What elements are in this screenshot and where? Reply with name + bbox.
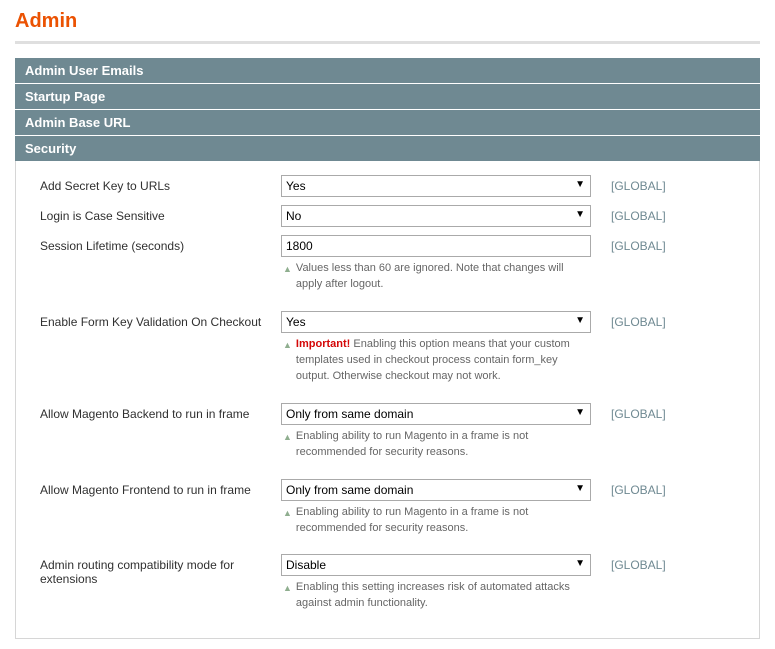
section-startup-page[interactable]: Startup Page [15, 84, 760, 110]
scope-routing-compat: [GLOBAL] [591, 554, 721, 572]
select-routing-compat[interactable]: Disable [281, 554, 591, 576]
section-admin-base-url[interactable]: Admin Base URL [15, 110, 760, 136]
label-routing-compat: Admin routing compatibility mode for ext… [26, 554, 281, 586]
field-routing-compat: Admin routing compatibility mode for ext… [26, 554, 749, 612]
hint-form-key: ▲ Important! Enabling this option means … [281, 337, 591, 385]
label-session-lifetime: Session Lifetime (seconds) [26, 235, 281, 253]
field-form-key: Enable Form Key Validation On Checkout Y… [26, 311, 749, 385]
security-panel: Add Secret Key to URLs Yes [GLOBAL] Logi… [15, 161, 760, 639]
hint-session-lifetime: ▲ Values less than 60 are ignored. Note … [281, 261, 591, 293]
hint-arrow-icon: ▲ [283, 507, 292, 520]
label-frontend-frame: Allow Magento Frontend to run in frame [26, 479, 281, 497]
field-session-lifetime: Session Lifetime (seconds) ▲ Values less… [26, 235, 749, 293]
scope-case-sensitive: [GLOBAL] [591, 205, 721, 223]
field-frontend-frame: Allow Magento Frontend to run in frame O… [26, 479, 749, 537]
label-case-sensitive: Login is Case Sensitive [26, 205, 281, 223]
section-admin-user-emails[interactable]: Admin User Emails [15, 58, 760, 84]
label-backend-frame: Allow Magento Backend to run in frame [26, 403, 281, 421]
label-form-key: Enable Form Key Validation On Checkout [26, 311, 281, 329]
hint-frontend-frame: ▲ Enabling ability to run Magento in a f… [281, 505, 591, 537]
select-form-key[interactable]: Yes [281, 311, 591, 333]
scope-frontend-frame: [GLOBAL] [591, 479, 721, 497]
scope-form-key: [GLOBAL] [591, 311, 721, 329]
select-secret-key[interactable]: Yes [281, 175, 591, 197]
hint-backend-frame: ▲ Enabling ability to run Magento in a f… [281, 429, 591, 461]
input-session-lifetime[interactable] [281, 235, 591, 257]
scope-secret-key: [GLOBAL] [591, 175, 721, 193]
label-secret-key: Add Secret Key to URLs [26, 175, 281, 193]
hint-arrow-icon: ▲ [283, 431, 292, 444]
select-frontend-frame[interactable]: Only from same domain [281, 479, 591, 501]
section-security[interactable]: Security [15, 136, 760, 161]
divider [15, 41, 760, 44]
select-backend-frame[interactable]: Only from same domain [281, 403, 591, 425]
hint-arrow-icon: ▲ [283, 263, 292, 276]
field-secret-key: Add Secret Key to URLs Yes [GLOBAL] [26, 175, 749, 197]
scope-session-lifetime: [GLOBAL] [591, 235, 721, 253]
page-title: Admin [15, 10, 760, 33]
hint-arrow-icon: ▲ [283, 582, 292, 595]
field-case-sensitive: Login is Case Sensitive No [GLOBAL] [26, 205, 749, 227]
hint-arrow-icon: ▲ [283, 339, 292, 352]
field-backend-frame: Allow Magento Backend to run in frame On… [26, 403, 749, 461]
hint-routing-compat: ▲ Enabling this setting increases risk o… [281, 580, 591, 612]
scope-backend-frame: [GLOBAL] [591, 403, 721, 421]
select-case-sensitive[interactable]: No [281, 205, 591, 227]
